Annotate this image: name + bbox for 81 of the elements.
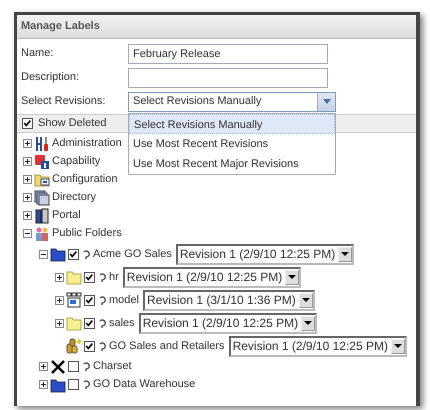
people-icon (34, 226, 50, 242)
check-icon (85, 318, 94, 328)
item-checkbox[interactable] (84, 272, 95, 282)
cube-icon (34, 154, 50, 170)
tree-item-label[interactable]: Configuration (52, 171, 118, 188)
tree-item-label[interactable]: GO Data Warehouse (93, 376, 196, 393)
revision-icon (97, 294, 107, 306)
show-deleted-label: Show Deleted (38, 116, 106, 131)
item-checkbox[interactable] (68, 379, 79, 390)
revision-dropdown[interactable]: Revision 1 (3/1/10 1:36 PM) (142, 290, 315, 310)
revision-icon (97, 272, 107, 282)
caret-icon (304, 320, 312, 326)
dropdown-option[interactable]: Select Revisions Manually (129, 114, 335, 134)
tree-item-label[interactable]: Charset (93, 358, 132, 375)
tree-item-label[interactable]: model (109, 292, 139, 308)
expand-icon[interactable] (23, 157, 32, 166)
tree-item-label[interactable]: hr (109, 268, 119, 286)
check-icon (85, 341, 94, 351)
caret-icon (341, 252, 350, 256)
tree-item-label[interactable]: Acme GO Sales (93, 246, 172, 262)
tools-icon (34, 136, 50, 152)
expand-icon[interactable] (55, 272, 64, 282)
revision-icon (81, 379, 91, 390)
check-icon (23, 118, 32, 128)
check-icon (85, 272, 94, 282)
revision-icon (97, 318, 107, 328)
expand-icon[interactable] (23, 175, 32, 184)
description-field[interactable] (128, 68, 328, 88)
tree-item-label[interactable]: Capability (52, 153, 100, 170)
tree-item-label[interactable]: Public Folders (52, 225, 122, 242)
tree-item-label[interactable]: GO Sales and Retailers (109, 338, 225, 354)
dialog-title: Manage Labels (17, 15, 416, 38)
field-label: Description: (21, 70, 80, 86)
expand-icon[interactable] (23, 211, 32, 220)
field-label: Select Revisions: (21, 94, 106, 110)
caret-icon (302, 298, 310, 302)
dropdown-option[interactable]: Use Most Recent Revisions (129, 134, 335, 154)
expand-icon[interactable] (23, 139, 32, 148)
check-icon (85, 295, 94, 305)
name-field[interactable]: February Release (128, 44, 328, 64)
expand-icon[interactable] (55, 318, 64, 328)
expand-icon[interactable] (55, 296, 64, 304)
folder-icon (50, 246, 66, 262)
stacked-pages-icon (34, 190, 50, 206)
revision-dropdown[interactable]: Revision 1 (2/9/10 12:25 PM) (138, 312, 318, 334)
dropdown-option[interactable]: Use Most Recent Major Revisions (129, 154, 335, 174)
folder-icon (34, 172, 50, 188)
cross-icon (50, 358, 66, 374)
tree-item-label[interactable]: sales (109, 314, 135, 332)
revision-dropdown[interactable]: Revision 1 (2/9/10 12:25 PM) (122, 266, 302, 288)
tree-item-label[interactable]: Portal (52, 207, 81, 224)
tree-item-label[interactable]: Administration (52, 135, 122, 152)
diagram-icon (66, 292, 82, 308)
check-icon (69, 249, 78, 259)
revision-icon (81, 248, 91, 260)
item-checkbox[interactable] (84, 294, 95, 306)
folder-icon (66, 269, 82, 285)
expand-icon[interactable] (39, 362, 48, 371)
caret-icon (322, 98, 330, 104)
item-checkbox[interactable] (84, 340, 95, 352)
door-icon (34, 208, 50, 224)
revision-icon (97, 340, 107, 352)
field-label: Name: (21, 46, 54, 62)
revision-dropdown[interactable]: Revision 1 (2/9/10 12:25 PM) (228, 336, 407, 356)
folder-icon (50, 376, 66, 392)
caret-icon (288, 274, 296, 280)
caret-icon (394, 344, 402, 348)
cylinders-icon (66, 338, 82, 354)
item-checkbox[interactable] (68, 248, 79, 260)
expand-icon[interactable] (23, 193, 32, 202)
revisions-dropdown[interactable]: Select Revisions Manually (128, 92, 336, 112)
revision-dropdown[interactable]: Revision 1 (2/9/10 12:25 PM) (176, 244, 354, 264)
expand-icon[interactable] (39, 380, 48, 389)
item-checkbox[interactable] (68, 361, 79, 372)
show-deleted-checkbox[interactable] (22, 118, 33, 128)
folder-icon (66, 315, 82, 331)
item-checkbox[interactable] (84, 318, 95, 328)
collapse-icon[interactable] (23, 229, 32, 238)
collapse-icon[interactable] (39, 250, 48, 258)
revision-icon (81, 361, 91, 372)
tree-item-label[interactable]: Directory (52, 189, 96, 206)
